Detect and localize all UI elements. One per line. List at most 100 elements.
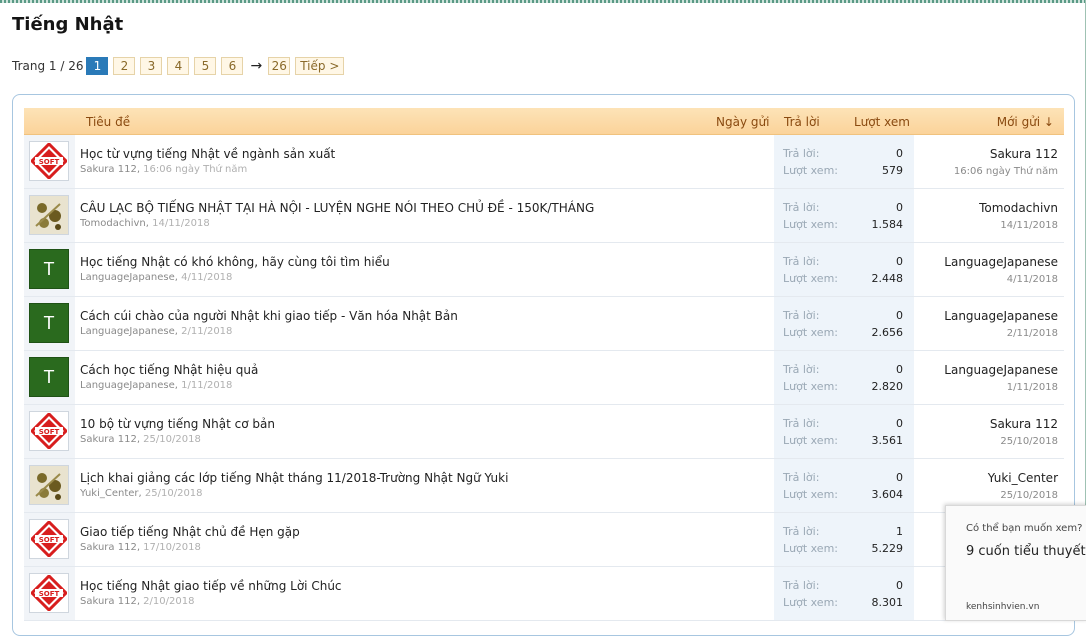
views-count: 5.229: [871, 542, 904, 555]
thread-title-link[interactable]: Giao tiếp tiếng Nhật chủ đề Hẹn gặp: [80, 525, 300, 539]
replies-count: 0: [896, 309, 903, 322]
thread-author-link[interactable]: Tomodachivn: [80, 218, 146, 229]
last-post: Tomodachivn 14/11/2018: [979, 201, 1058, 231]
column-replies[interactable]: Trả lời: [784, 115, 820, 129]
thread-stats: Trả lời: 0 Lượt xem: 1.584: [774, 189, 914, 242]
page-link-1[interactable]: 1: [86, 57, 109, 75]
views-label: Lượt xem:: [783, 326, 838, 339]
thread-title-link[interactable]: CÂU LẠC BỘ TIẾNG NHẬT TẠI HÀ NỘI - LUYỆN…: [80, 201, 594, 215]
thread-author-link[interactable]: Sakura 112: [80, 164, 137, 175]
soft-logo-icon[interactable]: SOFT: [29, 519, 69, 559]
last-post-date-link[interactable]: 1/11/2018: [944, 382, 1058, 393]
thread-date[interactable]: 14/11/2018: [152, 218, 210, 229]
avatar-column: T: [24, 297, 75, 350]
thread-title-link[interactable]: Lịch khai giảng các lớp tiếng Nhật tháng…: [80, 471, 508, 485]
page-link-2[interactable]: 2: [113, 57, 136, 75]
thread-date[interactable]: 2/10/2018: [143, 596, 194, 607]
page-link-6[interactable]: 6: [221, 57, 244, 75]
thread-meta: LanguageJapanese, 4/11/2018: [80, 272, 232, 283]
pagination: Trang 1 / 26 1 2 3 4 5 6 → 26 Tiếp >: [12, 57, 349, 75]
last-post-user-link[interactable]: Tomodachivn: [979, 201, 1058, 215]
thread-row: SOFT Học từ vựng tiếng Nhật về ngành sản …: [24, 135, 1064, 189]
replies-count: 0: [896, 417, 903, 430]
letter-t-icon[interactable]: T: [29, 249, 69, 289]
thread-row: T Học tiếng Nhật có khó không, hãy cùng t…: [24, 243, 1064, 297]
column-title[interactable]: Tiêu đề: [86, 115, 130, 129]
thread-date[interactable]: 4/11/2018: [181, 272, 232, 283]
last-post-user-link[interactable]: Sakura 112: [990, 417, 1058, 431]
last-post-date-link[interactable]: 25/10/2018: [988, 490, 1058, 501]
top-border: [0, 0, 1086, 3]
thread-date[interactable]: 17/10/2018: [143, 542, 201, 553]
thread-title-link[interactable]: Cách học tiếng Nhật hiệu quả: [80, 363, 258, 377]
thread-date[interactable]: 25/10/2018: [145, 488, 203, 499]
last-post-user-link[interactable]: Sakura 112: [954, 147, 1058, 161]
thread-author-link[interactable]: LanguageJapanese: [80, 326, 175, 337]
last-post-user-link[interactable]: LanguageJapanese: [944, 309, 1058, 323]
thread-meta: Sakura 112, 25/10/2018: [80, 434, 201, 445]
thread-row: T Cách cúi chào của người Nhật khi giao t…: [24, 297, 1064, 351]
suggestion-popup[interactable]: Có thể bạn muốn xem? 9 cuốn tiểu thuyết …: [945, 505, 1086, 621]
soft-logo-icon[interactable]: SOFT: [29, 573, 69, 613]
column-date[interactable]: Ngày gửi: [716, 115, 769, 129]
thread-author-link[interactable]: LanguageJapanese: [80, 380, 175, 391]
thread-date[interactable]: 1/11/2018: [181, 380, 232, 391]
last-post-date-link[interactable]: 16:06 ngày Thứ năm: [954, 166, 1058, 177]
page-link-last[interactable]: 26: [268, 57, 291, 75]
thread-title-link[interactable]: Học từ vựng tiếng Nhật về ngành sản xuất: [80, 147, 335, 161]
page-link-3[interactable]: 3: [140, 57, 163, 75]
last-post-date-link[interactable]: 2/11/2018: [944, 328, 1058, 339]
views-count: 2.820: [871, 380, 904, 393]
last-post-user-link[interactable]: LanguageJapanese: [944, 255, 1058, 269]
last-post-date-link[interactable]: 14/11/2018: [979, 220, 1058, 231]
thread-row: SOFT Học tiếng Nhật giao tiếp về những Lờ…: [24, 567, 1064, 621]
column-views[interactable]: Lượt xem: [854, 115, 910, 129]
replies-label: Trả lời:: [783, 363, 820, 376]
popup-article-link[interactable]: 9 cuốn tiểu thuyết n: [966, 544, 1086, 559]
page-link-4[interactable]: 4: [167, 57, 190, 75]
photo-icon[interactable]: [29, 195, 69, 235]
thread-stats: Trả lời: 1 Lượt xem: 5.229: [774, 513, 914, 566]
thread-row: SOFT 10 bộ từ vựng tiếng Nhật cơ bản Sakur…: [24, 405, 1064, 459]
last-post-date-link[interactable]: 25/10/2018: [990, 436, 1058, 447]
thread-title-link[interactable]: 10 bộ từ vựng tiếng Nhật cơ bản: [80, 417, 275, 431]
views-count: 2.656: [871, 326, 904, 339]
letter-t-icon[interactable]: T: [29, 357, 69, 397]
soft-logo-icon[interactable]: SOFT: [29, 141, 69, 181]
thread-row: SOFT Giao tiếp tiếng Nhật chủ đề Hẹn gặp S…: [24, 513, 1064, 567]
thread-title-link[interactable]: Cách cúi chào của người Nhật khi giao ti…: [80, 309, 458, 323]
thread-author-link[interactable]: Sakura 112: [80, 434, 137, 445]
thread-stats: Trả lời: 0 Lượt xem: 3.604: [774, 459, 914, 512]
page-title: Tiếng Nhật: [12, 14, 124, 35]
thread-date[interactable]: 16:06 ngày Thứ năm: [143, 164, 247, 175]
replies-count: 0: [896, 363, 903, 376]
thread-author-link[interactable]: LanguageJapanese: [80, 272, 175, 283]
letter-t-icon[interactable]: T: [29, 303, 69, 343]
thread-author-link[interactable]: Sakura 112: [80, 542, 137, 553]
last-post-user-link[interactable]: Yuki_Center: [988, 471, 1058, 485]
thread-meta: Sakura 112, 17/10/2018: [80, 542, 201, 553]
last-post: Sakura 112 16:06 ngày Thứ năm: [954, 147, 1058, 177]
avatar-column: SOFT: [24, 513, 75, 566]
last-post-user-link[interactable]: LanguageJapanese: [944, 363, 1058, 377]
thread-date[interactable]: 2/11/2018: [181, 326, 232, 337]
thread-row: Lịch khai giảng các lớp tiếng Nhật tháng…: [24, 459, 1064, 513]
thread-title-link[interactable]: Học tiếng Nhật giao tiếp về những Lời Ch…: [80, 579, 342, 593]
thread-list-container: Tiêu đề Ngày gửi Trả lời Lượt xem Mới gử…: [12, 94, 1075, 636]
soft-logo-icon[interactable]: SOFT: [29, 411, 69, 451]
views-label: Lượt xem:: [783, 218, 838, 231]
avatar-column: [24, 459, 75, 512]
svg-text:SOFT: SOFT: [39, 536, 60, 544]
last-post-date-link[interactable]: 4/11/2018: [944, 274, 1058, 285]
thread-author-link[interactable]: Yuki_Center: [80, 488, 139, 499]
thread-title-link[interactable]: Học tiếng Nhật có khó không, hãy cùng tô…: [80, 255, 390, 269]
last-post: LanguageJapanese 2/11/2018: [944, 309, 1058, 339]
thread-author-link[interactable]: Sakura 112: [80, 596, 137, 607]
avatar-column: SOFT: [24, 567, 75, 620]
replies-count: 0: [896, 471, 903, 484]
page-link-5[interactable]: 5: [194, 57, 217, 75]
next-page-button[interactable]: Tiếp >: [295, 57, 345, 75]
thread-date[interactable]: 25/10/2018: [143, 434, 201, 445]
photo-icon[interactable]: [29, 465, 69, 505]
column-last-post[interactable]: Mới gửi ↓: [997, 115, 1054, 129]
